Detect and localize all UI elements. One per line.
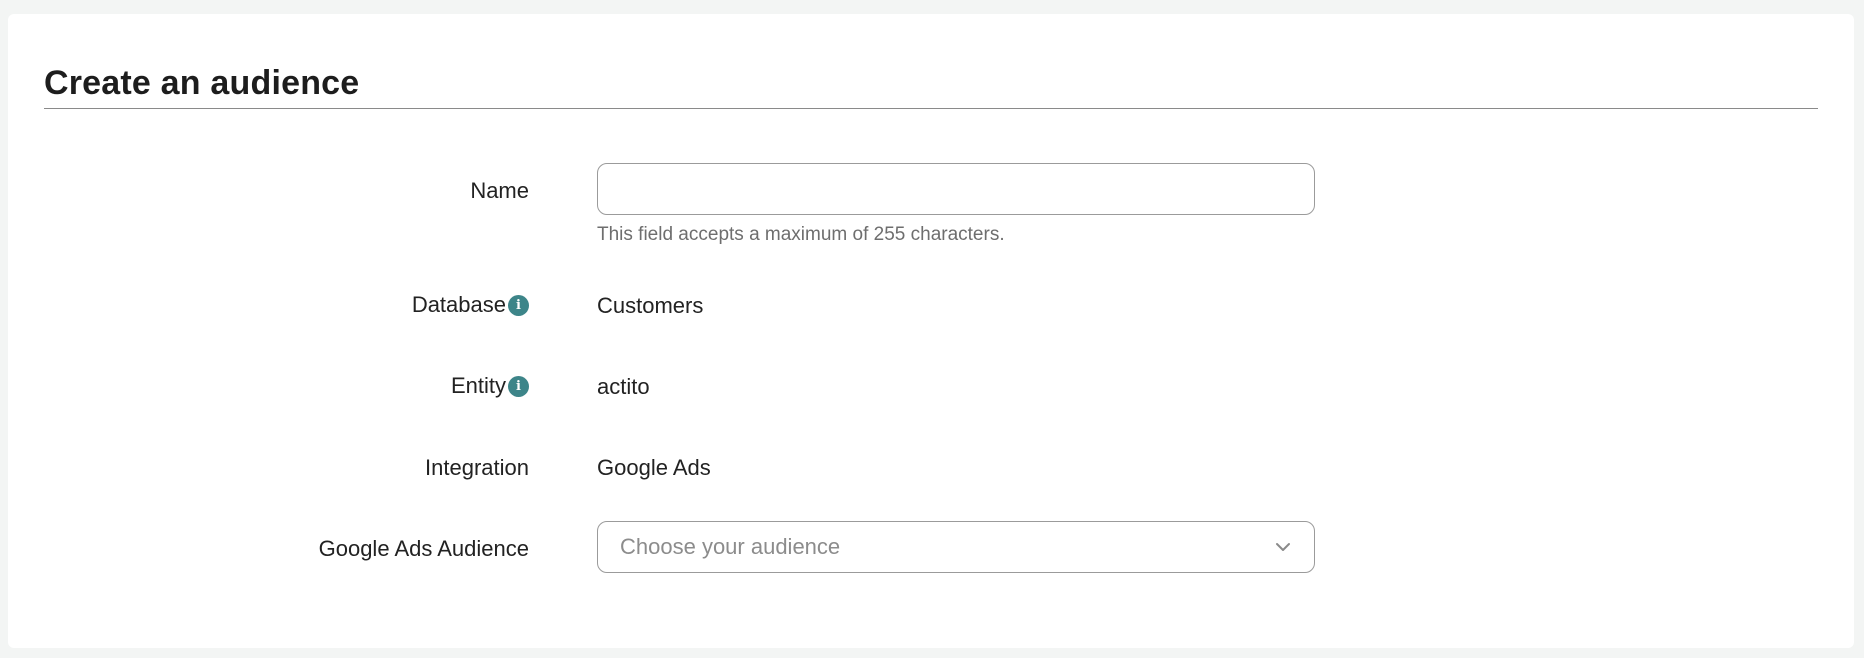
title-divider: [44, 108, 1818, 109]
integration-label: Integration: [425, 455, 529, 481]
name-label-text: Name: [470, 178, 529, 203]
integration-value: Google Ads: [597, 455, 711, 480]
create-audience-card: Create an audience Name This field accep…: [8, 14, 1854, 648]
integration-label-text: Integration: [425, 455, 529, 480]
database-label-text: Database: [411, 292, 506, 317]
chevron-down-icon: [1274, 538, 1292, 556]
page-title: Create an audience: [44, 64, 360, 102]
google-ads-audience-placeholder: Choose your audience: [620, 534, 841, 559]
name-input[interactable]: [597, 163, 1315, 215]
entity-label-text: Entity: [450, 373, 506, 398]
name-label: Name: [470, 178, 529, 204]
google-ads-audience-select[interactable]: Choose your audience: [597, 521, 1315, 573]
database-info-icon[interactable]: i: [508, 294, 529, 316]
name-helper-text: This field accepts a maximum of 255 char…: [597, 224, 1005, 245]
database-value: Customers: [597, 293, 704, 318]
google-ads-audience-label: Google Ads Audience: [319, 536, 529, 562]
entity-value: actito: [597, 374, 650, 399]
database-label: Database i: [412, 292, 529, 318]
google-ads-audience-label-text: Google Ads Audience: [318, 536, 529, 561]
entity-info-icon[interactable]: i: [508, 375, 529, 397]
entity-label: Entity i: [451, 373, 529, 399]
